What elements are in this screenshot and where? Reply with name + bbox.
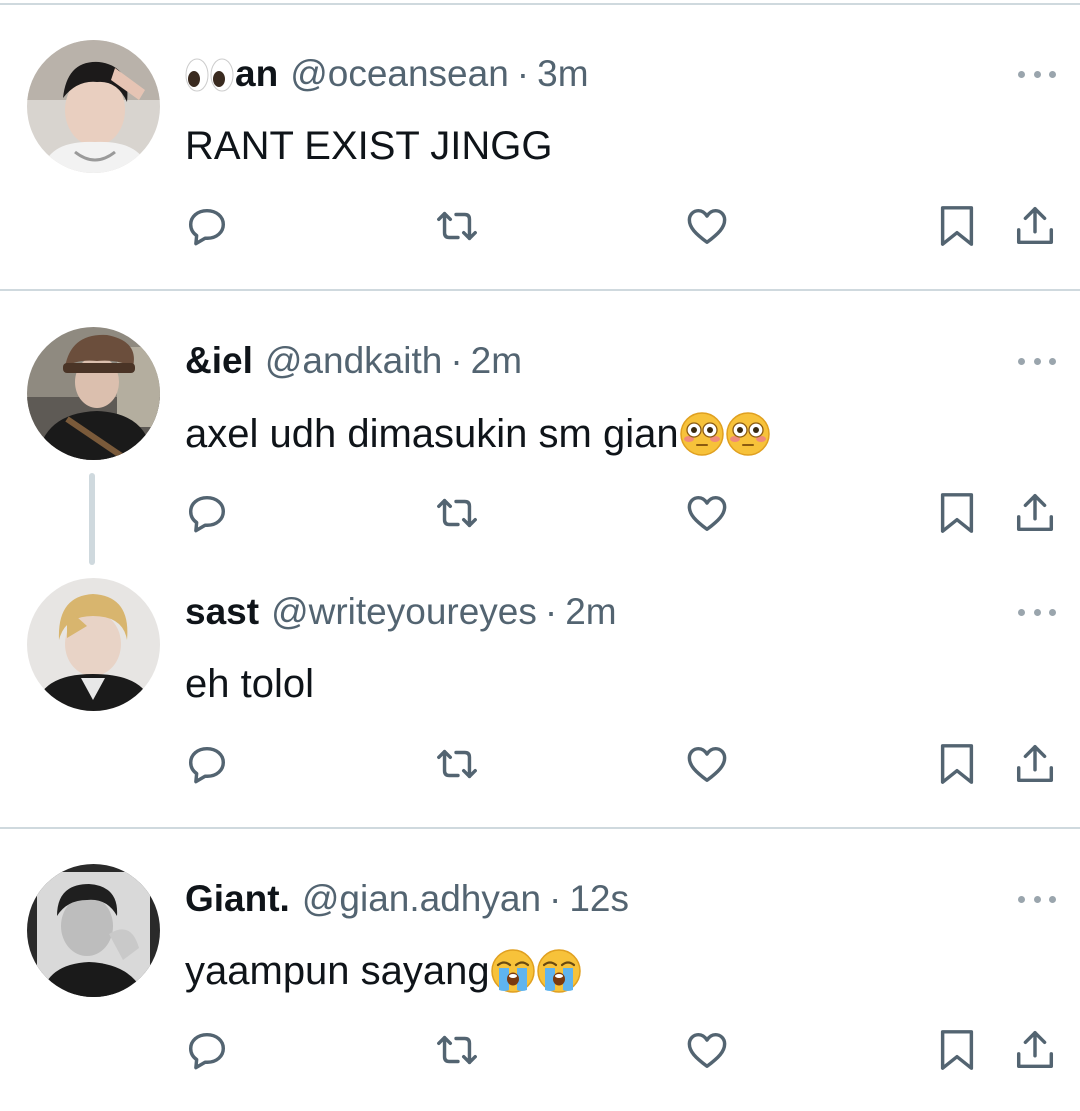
retweet-icon (437, 749, 477, 779)
tweet-text: RANT EXIST JINGG (185, 120, 552, 172)
timestamp[interactable]: 2m (565, 587, 616, 637)
tweet-text-content: eh tolol (185, 662, 314, 706)
share-button[interactable] (1010, 739, 1060, 789)
share-button[interactable] (1010, 488, 1060, 538)
bookmark-button[interactable] (932, 201, 982, 251)
reply-button[interactable] (182, 739, 232, 789)
share-icon (1016, 207, 1054, 245)
reply-icon (188, 1032, 226, 1070)
retweet-button[interactable] (432, 739, 482, 789)
tweet-text-content: RANT EXIST JINGG (185, 124, 553, 168)
like-button[interactable] (682, 1025, 732, 1075)
tweet-actions (0, 488, 1080, 538)
separator-dot: · (450, 340, 463, 381)
tweet-text: yaampun sayang (185, 945, 582, 997)
avatar[interactable] (27, 327, 160, 460)
reply-icon (188, 746, 226, 784)
retweet-button[interactable] (432, 201, 482, 251)
bookmark-icon (940, 206, 974, 246)
timestamp[interactable]: 12s (569, 874, 629, 924)
user-handle[interactable]: @andkaith (265, 336, 442, 386)
reply-icon (188, 208, 226, 246)
display-name[interactable]: an (185, 49, 278, 99)
tweet-actions (0, 1025, 1080, 1075)
share-button[interactable] (1010, 201, 1060, 251)
display-name[interactable]: Giant. (185, 874, 290, 924)
more-icon[interactable] (1018, 67, 1056, 81)
bookmark-icon (940, 744, 974, 784)
reply-button[interactable] (182, 201, 232, 251)
timestamp[interactable]: 2m (471, 336, 522, 386)
loudly-crying-face-emoji (536, 948, 582, 994)
timestamp[interactable]: 3m (537, 49, 588, 99)
user-handle[interactable]: @oceansean (290, 49, 509, 99)
eyes-emoji (185, 56, 209, 92)
retweet-icon (437, 211, 477, 241)
flushed-face-emoji (679, 411, 725, 457)
retweet-icon (437, 1035, 477, 1065)
top-divider (0, 3, 1080, 5)
user-handle[interactable]: @gian.adhyan (302, 874, 541, 924)
separator-dot: · (516, 53, 530, 94)
like-button[interactable] (682, 201, 732, 251)
tweet-actions (0, 739, 1080, 789)
flushed-face-emoji (725, 411, 771, 457)
retweet-icon (437, 498, 477, 528)
more-icon[interactable] (1018, 354, 1056, 368)
bookmark-button[interactable] (932, 488, 982, 538)
tweet-header: sast @writeyoureyes · 2m (185, 587, 617, 637)
thread-connector (89, 473, 95, 565)
tweet-text: eh tolol (185, 658, 314, 710)
share-icon (1016, 745, 1054, 783)
share-icon (1016, 494, 1054, 532)
display-name[interactable]: &iel (185, 336, 253, 386)
tweet-divider (0, 827, 1080, 829)
bookmark-icon (940, 1030, 974, 1070)
user-handle[interactable]: @writeyoureyes (271, 587, 537, 637)
like-button[interactable] (682, 739, 732, 789)
tweet-header: an @oceansean · 3m (185, 49, 589, 99)
bookmark-button[interactable] (932, 1025, 982, 1075)
reply-button[interactable] (182, 1025, 232, 1075)
separator-dot: · (549, 878, 562, 919)
heart-icon (687, 208, 727, 245)
reply-icon (188, 495, 226, 533)
avatar[interactable] (27, 864, 160, 997)
tweet-header: Giant. @gian.adhyan · 12s (185, 874, 629, 924)
retweet-button[interactable] (432, 488, 482, 538)
tweet-divider (0, 289, 1080, 291)
loudly-crying-face-emoji (490, 948, 536, 994)
heart-icon (687, 1032, 727, 1069)
display-name[interactable]: sast (185, 587, 259, 637)
like-button[interactable] (682, 488, 732, 538)
avatar[interactable] (27, 578, 160, 711)
heart-icon (687, 495, 727, 532)
heart-icon (687, 746, 727, 783)
tweet-text-content: axel udh dimasukin sm gian (185, 412, 679, 456)
tweet-text: axel udh dimasukin sm gian (185, 408, 771, 460)
tweet-header: &iel @andkaith · 2m (185, 336, 522, 386)
avatar[interactable] (27, 40, 160, 173)
more-icon[interactable] (1018, 605, 1056, 619)
share-button[interactable] (1010, 1025, 1060, 1075)
bookmark-icon (940, 493, 974, 533)
bookmark-button[interactable] (932, 739, 982, 789)
retweet-button[interactable] (432, 1025, 482, 1075)
tweet-actions (0, 201, 1080, 251)
separator-dot: · (544, 591, 558, 632)
eyes-emoji (210, 56, 234, 92)
share-icon (1016, 1031, 1054, 1069)
reply-button[interactable] (182, 488, 232, 538)
display-name-text: an (235, 53, 279, 94)
more-icon[interactable] (1018, 892, 1056, 906)
tweet-text-content: yaampun sayang (185, 949, 490, 993)
